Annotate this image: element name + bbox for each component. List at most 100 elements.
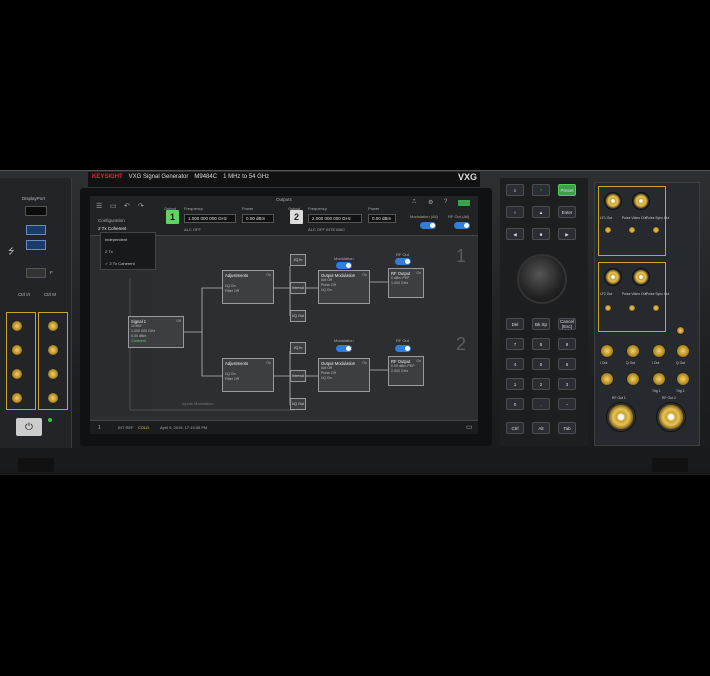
pulse-video-out-connector[interactable] (632, 192, 650, 210)
smb-connector[interactable] (47, 392, 59, 404)
key-8[interactable]: 8 (532, 338, 550, 350)
smb-connector[interactable] (11, 344, 23, 356)
smb-connector[interactable] (600, 372, 614, 386)
enter-key[interactable]: Enter (558, 206, 576, 218)
ctrl-key[interactable]: Ctrl (506, 422, 524, 434)
down-arrow-key[interactable]: ■ (532, 228, 550, 240)
help-key[interactable]: ? (532, 184, 550, 196)
ch2-rf-output-block[interactable]: RF Output On 0.00 dBm PEP 2.000 GHz (388, 356, 424, 386)
rf-out1-connector[interactable] (606, 402, 636, 432)
left-arrow-key[interactable]: ◀ (506, 228, 524, 240)
i-out-connector[interactable] (652, 344, 666, 358)
signal1-block[interactable]: Signal 1 Off 1GHM 1.000 000 GHz 0.00 dBm… (128, 316, 184, 348)
preset-key[interactable]: Preset (558, 184, 576, 196)
ctrl-label-1: Ctrl I/I (18, 292, 30, 297)
smb-connector[interactable] (676, 326, 685, 335)
del-key[interactable]: Del (506, 318, 524, 330)
key-3[interactable]: 3 (558, 378, 576, 390)
ch1-modulation-toggle[interactable] (336, 262, 352, 269)
rotary-knob[interactable] (517, 254, 567, 304)
smb-connector[interactable] (47, 368, 59, 380)
ch2-modulation-toggle[interactable] (336, 345, 352, 352)
status-bar: 1 INT REF COLD April 9, 2019, 17:19:35 P… (90, 420, 478, 434)
q-out-connector[interactable] (626, 344, 640, 358)
smb-connector[interactable] (47, 320, 59, 332)
key-6[interactable]: 6 (558, 358, 576, 370)
ch1-iq-out[interactable]: I/Q Out (290, 310, 306, 322)
signal1-status: Coherent (131, 339, 146, 343)
key-minus[interactable]: − (558, 398, 576, 410)
ch1-adjustments-title: Adjustments (225, 273, 249, 278)
frequency-range: 1 MHz to 54 GHz (223, 174, 270, 180)
ch2-rfout-toggle[interactable] (395, 345, 411, 352)
ch1-modulation-label: Modulation (334, 256, 354, 261)
key-5[interactable]: 5 (532, 358, 550, 370)
menu-key[interactable]: ≡ (506, 184, 524, 196)
power-led (48, 418, 52, 422)
ch1-adjustments-state: On (266, 273, 271, 277)
key-1[interactable]: 1 (506, 378, 524, 390)
lf1-out-connector[interactable] (604, 192, 622, 210)
photo-stage: KEYSIGHT VXG Signal Generator M9484C 1 M… (0, 0, 710, 676)
pulse-sync-out-label: Pulse Sync Out (646, 216, 670, 220)
key-0[interactable]: 0 (506, 398, 524, 410)
pulse-video-out-connector[interactable] (632, 268, 650, 286)
status-channel: 1 (98, 425, 101, 431)
ch1-internal-switch[interactable]: Internal (290, 282, 306, 294)
ch2-iq-in[interactable]: I/Q In (290, 342, 306, 354)
usb-port-1[interactable] (26, 225, 46, 235)
usb-port-2[interactable] (26, 240, 46, 250)
cancel-esc-key[interactable]: Cancel (Esc) (558, 318, 576, 330)
ch1-rf-output-block[interactable]: RF Output On 0 dBm PEP 1.000 GHz (388, 268, 424, 298)
message-icon[interactable]: ▭ (466, 423, 473, 431)
ch2-adjustments-block[interactable]: Adjustments On I/Q On Filter Off (222, 358, 274, 392)
ch1-rfout-toggle[interactable] (395, 258, 411, 265)
backspace-key[interactable]: Bk Sp (532, 318, 550, 330)
smb-connector[interactable] (11, 392, 23, 404)
power-button[interactable]: ⏻ (16, 418, 42, 436)
right-arrow-key[interactable]: ▶ (558, 228, 576, 240)
tab-key[interactable]: Tab (558, 422, 576, 434)
signal-routing-lines (129, 266, 388, 411)
ch1-iq-in[interactable]: I/Q In (290, 254, 306, 266)
touchscreen: ☰ ▭ ↶ ↷ Outputs Output 1 Frequency 1.000… (90, 196, 478, 434)
smb-connector[interactable] (628, 226, 636, 234)
trig2-connector[interactable] (676, 372, 690, 386)
usb-port-front[interactable] (26, 268, 46, 278)
keysight-logo: KEYSIGHT (92, 174, 123, 180)
displayport-connector[interactable] (25, 206, 47, 216)
smb-connector[interactable] (11, 320, 23, 332)
ch2-internal-switch[interactable]: Internal (290, 370, 306, 382)
foot-left (18, 458, 54, 472)
ch2-output-modulation-block[interactable]: Output Modulation On AM Off Pulse Off I/… (318, 358, 370, 392)
lf2-out-connector[interactable] (604, 268, 622, 286)
alt-key[interactable]: Alt (532, 422, 550, 434)
circle-key[interactable]: ○ (506, 206, 524, 218)
ch2-iq-out[interactable]: I/Q Out (290, 398, 306, 410)
ch1-om-line: I/Q On (321, 288, 332, 292)
key-7[interactable]: 7 (506, 338, 524, 350)
trig2-label: Trig 2 (676, 389, 685, 393)
signal1-state: Off (176, 319, 181, 323)
smb-connector[interactable] (626, 372, 640, 386)
rf-out2-connector[interactable] (656, 402, 686, 432)
smb-connector[interactable] (47, 344, 59, 356)
ch1-output-modulation-block[interactable]: Output Modulation On AM Off Pulse Off I/… (318, 270, 370, 304)
trig1-connector[interactable] (652, 372, 666, 386)
smb-connector[interactable] (628, 304, 636, 312)
ch1-adjustments-block[interactable]: Adjustments On I/Q On Filter Off (222, 270, 274, 304)
key-decimal[interactable]: . (532, 398, 550, 410)
smb-connector[interactable] (604, 304, 612, 312)
key-4[interactable]: 4 (506, 358, 524, 370)
smb-connector[interactable] (604, 226, 612, 234)
brand-label: KEYSIGHT VXG Signal Generator M9484C 1 M… (92, 174, 269, 180)
smb-connector[interactable] (652, 304, 660, 312)
smb-connector[interactable] (652, 226, 660, 234)
ch2-rf-state: On (416, 359, 421, 363)
up-arrow-key[interactable]: ▲ (532, 206, 550, 218)
i-out-connector[interactable] (600, 344, 614, 358)
q-out-connector[interactable] (676, 344, 690, 358)
key-2[interactable]: 2 (532, 378, 550, 390)
key-9[interactable]: 9 (558, 338, 576, 350)
smb-connector[interactable] (11, 368, 23, 380)
